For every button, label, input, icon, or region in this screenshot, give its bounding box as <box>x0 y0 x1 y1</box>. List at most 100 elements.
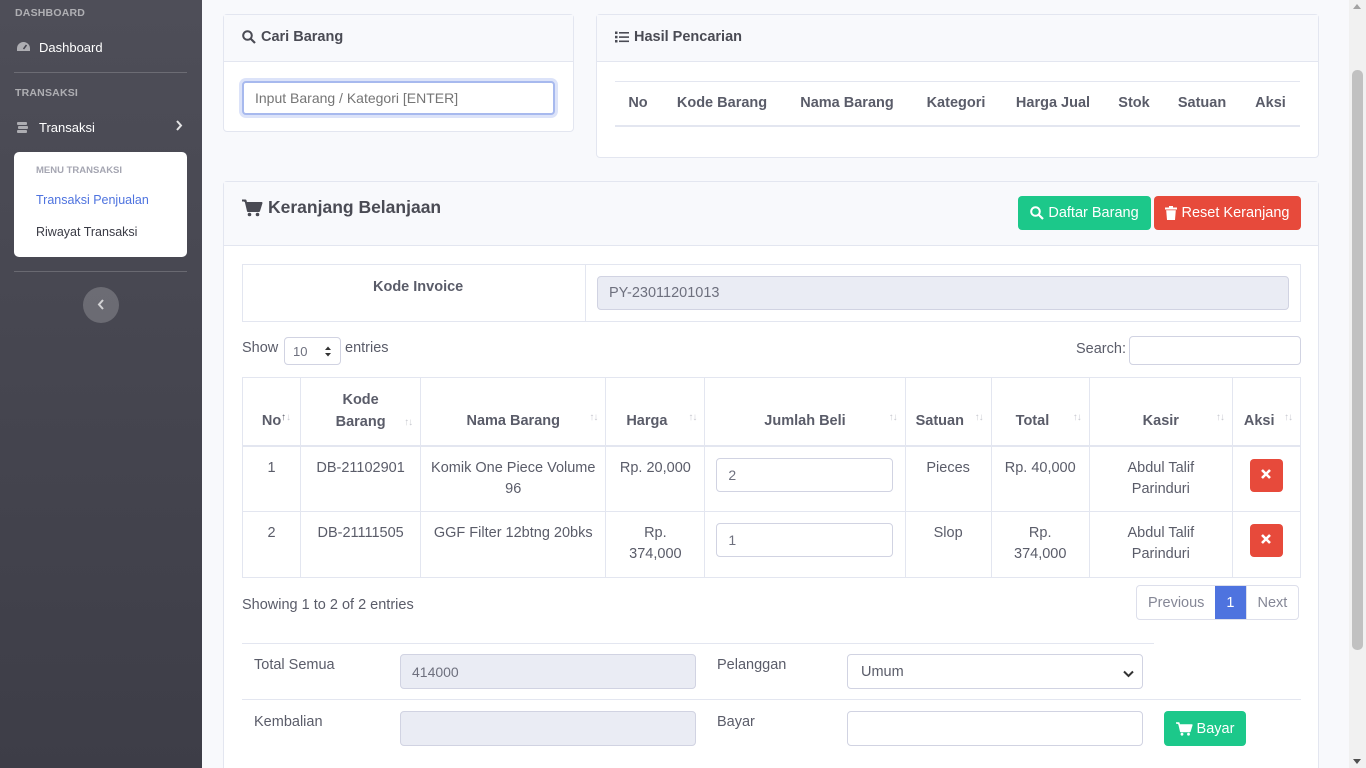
search-icon <box>1030 206 1045 220</box>
sort-icon: ↑↓ <box>281 412 292 423</box>
delete-item-button[interactable] <box>1249 524 1283 557</box>
sidebar: DASHBOARD Dashboard TRANSAKSI Transaksi … <box>0 0 202 768</box>
table-row: 1 DB-21102901 Komik One Piece Volume 96 … <box>242 445 1301 512</box>
scroll-down-icon[interactable] <box>1353 759 1361 764</box>
bayar-button-label: Bayar <box>1196 720 1235 737</box>
pelanggan-select[interactable]: Umum <box>847 654 1143 689</box>
results-card-title: Hasil Pencarian <box>615 29 742 45</box>
table-row: 2 DB-21111505 GGF Filter 12btng 20bks Rp… <box>242 511 1301 578</box>
cell-satuan: Slop <box>905 511 992 578</box>
total-semua-label: Total Semua <box>254 657 335 673</box>
reset-keranjang-button[interactable]: Reset Keranjang <box>1154 196 1301 230</box>
cart-card-title: Keranjang Belanjaan <box>242 197 441 218</box>
pelanggan-select-value: Umum <box>861 663 904 680</box>
cell-jumlah <box>704 511 906 578</box>
sort-icon: ↑↓ <box>1215 412 1225 423</box>
bayar-input[interactable] <box>847 711 1143 746</box>
money-icon <box>15 120 31 134</box>
cell-jumlah <box>704 445 906 512</box>
pagination-page-1[interactable]: 1 <box>1215 586 1246 619</box>
col-no-header[interactable]: No ↑↓ <box>242 377 302 446</box>
sidebar-item-dashboard[interactable]: Dashboard <box>15 36 187 58</box>
kembalian-field[interactable] <box>400 711 696 746</box>
col-jumlah-header[interactable]: Jumlah Beli ↑↓ <box>704 377 906 446</box>
col-kasir-header[interactable]: Kasir ↑↓ <box>1089 377 1233 446</box>
cell-kasir: Abdul Talif Parinduri <box>1089 511 1233 578</box>
page-scrollbar[interactable] <box>1349 0 1366 768</box>
results-card-title-text: Hasil Pencarian <box>634 29 742 45</box>
sidebar-item-label: Dashboard <box>39 39 103 55</box>
col-nama-label: Nama Barang <box>466 413 560 430</box>
quantity-input[interactable] <box>716 457 894 492</box>
sort-icon <box>325 345 331 360</box>
entries-select-value: 10 <box>293 343 308 359</box>
table-search-label: Search: <box>1076 341 1126 357</box>
daftar-barang-label: Daftar Barang <box>1048 205 1139 221</box>
sort-icon: ↑↓ <box>974 412 984 423</box>
search-icon <box>242 30 256 44</box>
col-total-header[interactable]: Total ↑↓ <box>991 377 1090 446</box>
daftar-barang-button[interactable]: Daftar Barang <box>1018 196 1151 230</box>
col-harga-label: Harga <box>626 413 668 430</box>
submenu-item-transaksi-penjualan[interactable]: Transaksi Penjualan <box>36 193 149 207</box>
sidebar-divider <box>14 271 187 272</box>
results-card: Hasil Pencarian No Kode Barang Nama Bara… <box>596 14 1319 158</box>
cell-harga: Rp. 20,000 <box>605 445 706 512</box>
col-harga-header[interactable]: Harga ↑↓ <box>605 377 706 446</box>
cell-no: 2 <box>242 511 302 578</box>
col-aksi-header[interactable]: Aksi ↑↓ <box>1232 378 1300 446</box>
sort-icon: ↑↓ <box>404 417 413 428</box>
kembalian-label: Kembalian <box>254 714 323 730</box>
sidebar-item-transaksi[interactable]: Transaksi <box>15 116 187 138</box>
sidebar-divider <box>14 72 187 73</box>
cell-nama: GGF Filter 12btng 20bks <box>420 511 607 578</box>
sort-icon: ↑↓ <box>589 412 598 423</box>
col-kode-header[interactable]: Kode Barang ↑↓ <box>300 377 422 446</box>
col-no-label: No <box>261 413 282 430</box>
search-input[interactable] <box>242 81 555 115</box>
bayar-button[interactable]: Bayar <box>1164 711 1246 746</box>
close-icon <box>1261 465 1272 486</box>
trash-icon <box>1165 206 1178 220</box>
scrollbar-thumb[interactable] <box>1352 70 1363 650</box>
submenu-item-riwayat-transaksi[interactable]: Riwayat Transaksi <box>36 225 137 239</box>
cart-icon <box>242 199 263 217</box>
close-icon <box>1261 530 1272 551</box>
pagination-previous[interactable]: Previous <box>1137 586 1215 619</box>
results-col-aksi: Aksi <box>1255 95 1286 112</box>
results-table: No Kode Barang Nama Barang Kategori Harg… <box>615 81 1300 127</box>
search-card: Cari Barang <box>223 14 574 132</box>
col-kode-label: Kode Barang <box>335 392 386 431</box>
cell-total: Rp. 374,000 <box>991 511 1090 578</box>
reset-keranjang-label: Reset Keranjang <box>1181 205 1290 221</box>
results-col-harga: Harga Jual <box>1015 95 1091 112</box>
tachometer-icon <box>15 40 31 54</box>
cart-icon <box>1175 721 1193 736</box>
chevron-right-icon <box>175 120 183 134</box>
col-nama-header[interactable]: Nama Barang ↑↓ <box>420 377 607 446</box>
delete-item-button[interactable] <box>1249 458 1283 492</box>
totals-divider <box>242 643 1154 644</box>
scroll-up-icon[interactable] <box>1353 4 1361 9</box>
total-semua-field[interactable] <box>400 654 696 689</box>
entries-select[interactable]: 10 <box>284 337 341 365</box>
cell-kasir: Abdul Talif Parinduri <box>1089 445 1233 512</box>
pagination-next[interactable]: Next <box>1245 586 1299 619</box>
cell-harga: Rp. 374,000 <box>605 511 706 578</box>
col-satuan-header[interactable]: Satuan ↑↓ <box>905 377 992 446</box>
quantity-input[interactable] <box>716 523 894 557</box>
results-col-kategori: Kategori <box>926 95 986 112</box>
sidebar-item-label: Transaksi <box>39 119 95 135</box>
cart-table: No ↑↓ Kode Barang ↑↓ Nama Barang ↑↓ Harga ↑↓… <box>242 377 1301 578</box>
sidebar-toggle-button[interactable] <box>83 287 119 323</box>
pelanggan-label: Pelanggan <box>717 657 787 673</box>
submenu-heading: MENU TRANSAKSI <box>36 165 123 176</box>
sidebar-heading-transaksi: TRANSAKSI <box>15 87 79 99</box>
col-kasir-label: Kasir <box>1142 413 1179 430</box>
results-col-satuan: Satuan <box>1177 95 1227 112</box>
search-card-title: Cari Barang <box>242 29 343 45</box>
table-search-input[interactable] <box>1129 336 1301 365</box>
totals-divider <box>242 699 1301 700</box>
cell-satuan: Pieces <box>905 445 992 512</box>
invoice-field[interactable] <box>597 276 1289 310</box>
